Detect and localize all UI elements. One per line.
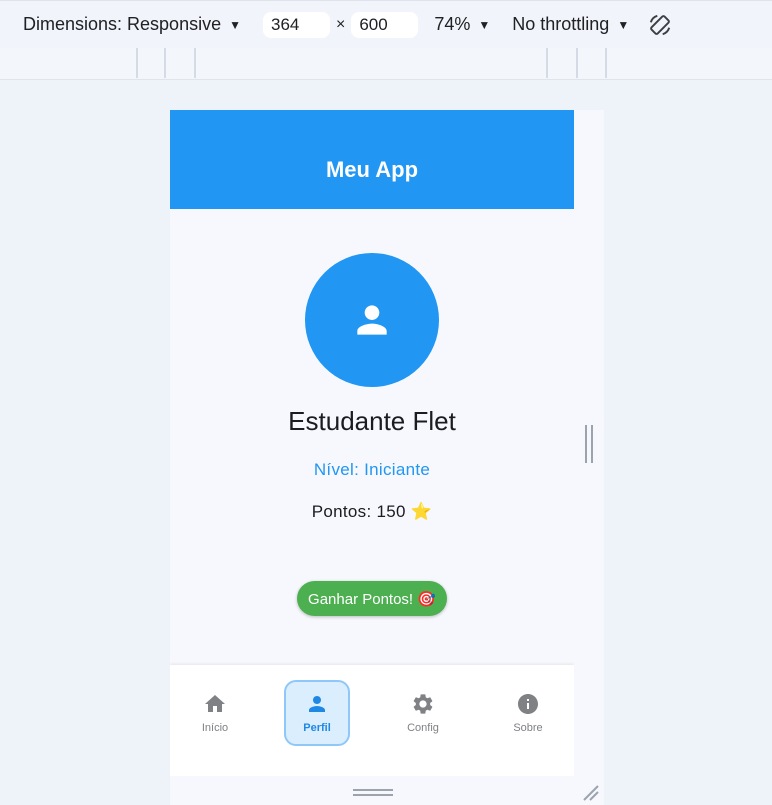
devtools-device-toolbar: Dimensions: Responsive ▼ 364 × 600 74% ▼… <box>0 0 772 48</box>
chevron-down-icon: ▼ <box>229 17 241 32</box>
device-frame: Meu App Estudante Flet Nível: Iniciante … <box>170 110 604 805</box>
throttling-label: No throttling <box>512 14 610 34</box>
profile-name: Estudante Flet <box>288 406 456 436</box>
nav-item-config[interactable]: Config <box>390 680 456 746</box>
bottom-navigation: Início Perfil Config Sobre <box>170 665 574 776</box>
dimensions-label: Dimensions: Responsive <box>23 14 222 34</box>
nav-label: Perfil <box>303 722 331 734</box>
throttling-dropdown[interactable]: No throttling ▼ <box>512 14 629 35</box>
resize-handle-right[interactable] <box>585 425 593 463</box>
chevron-down-icon: ▼ <box>478 17 491 32</box>
nav-item-perfil[interactable]: Perfil <box>284 680 350 746</box>
media-query-ruler <box>0 48 772 80</box>
resize-handle-bottom[interactable] <box>353 789 393 796</box>
gear-icon <box>413 694 433 714</box>
app-bar: Meu App <box>170 110 574 209</box>
home-icon <box>205 695 225 712</box>
dimensions-dropdown[interactable]: Dimensions: Responsive ▼ <box>23 14 241 35</box>
person-icon <box>309 696 325 712</box>
info-icon <box>518 694 538 714</box>
person-icon <box>357 305 387 335</box>
nav-item-sobre[interactable]: Sobre <box>495 680 561 746</box>
avatar <box>305 253 439 387</box>
app-viewport: Meu App Estudante Flet Nível: Iniciante … <box>170 110 574 776</box>
gain-points-button[interactable]: Ganhar Pontos! 🎯 <box>297 581 447 616</box>
times-separator: × <box>335 15 346 33</box>
chevron-down-icon: ▼ <box>617 17 630 32</box>
width-input[interactable]: 364 <box>262 11 330 38</box>
profile-level: Nível: Iniciante <box>313 460 431 479</box>
nav-label: Config <box>407 722 439 734</box>
zoom-dropdown[interactable]: 74% ▼ <box>434 14 490 35</box>
nav-label: Início <box>201 722 229 734</box>
height-input[interactable]: 600 <box>351 11 419 38</box>
app-title: Meu App <box>325 156 419 182</box>
resize-corner-icon[interactable] <box>580 782 600 802</box>
nav-label: Sobre <box>513 722 543 734</box>
rotate-icon[interactable] <box>647 12 673 38</box>
zoom-label: 74% <box>434 14 471 34</box>
nav-item-inicio[interactable]: Início <box>182 680 248 746</box>
profile-points: Pontos: 150 ⭐ <box>311 502 433 521</box>
